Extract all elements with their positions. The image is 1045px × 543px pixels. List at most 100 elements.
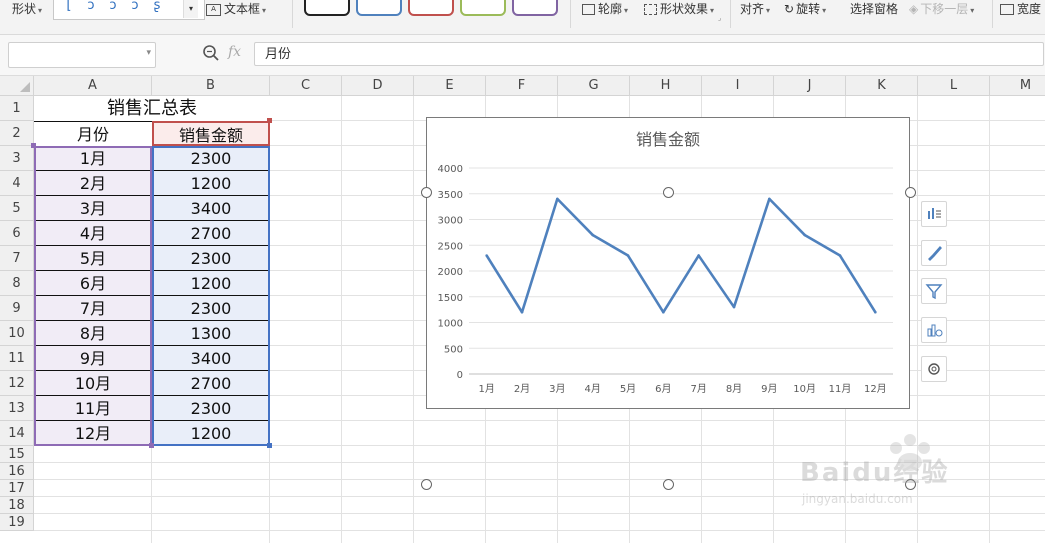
range-resize-handle[interactable] xyxy=(267,118,272,123)
row-header-19[interactable]: 19 xyxy=(0,514,34,531)
row-header-1[interactable]: 1 xyxy=(0,96,34,121)
month-cell[interactable]: 1月 xyxy=(34,146,152,171)
sales-cell[interactable]: 3400 xyxy=(152,346,270,371)
row-header-11[interactable]: 11 xyxy=(0,346,34,371)
column-header-b[interactable]: B xyxy=(152,76,270,96)
select-all-corner[interactable] xyxy=(0,76,34,96)
row-header-2[interactable]: 2 xyxy=(0,121,34,146)
month-cell[interactable]: 11月 xyxy=(34,396,152,421)
row-header-8[interactable]: 8 xyxy=(0,271,34,296)
chart-filter-button[interactable] xyxy=(921,278,947,304)
row-header-18[interactable]: 18 xyxy=(0,497,34,514)
row-header-13[interactable]: 13 xyxy=(0,396,34,421)
row-header-17[interactable]: 17 xyxy=(0,480,34,497)
shape-style-swatch-4[interactable] xyxy=(460,0,506,16)
curved-connector-icon[interactable]: ↄ xyxy=(82,0,100,16)
chart-resize-handle[interactable] xyxy=(421,187,432,198)
column-header-j[interactable]: J xyxy=(774,76,846,96)
outline-menu[interactable]: 轮廓 ▾ xyxy=(582,0,628,17)
chart-settings-button[interactable] xyxy=(921,356,947,382)
sales-cell[interactable]: 1200 xyxy=(152,421,270,446)
month-cell[interactable]: 12月 xyxy=(34,421,152,446)
row-header-16[interactable]: 16 xyxy=(0,463,34,480)
shape-style-swatch-1[interactable] xyxy=(304,0,350,16)
shape-style-swatch-5[interactable] xyxy=(512,0,558,16)
sales-cell[interactable]: 2300 xyxy=(152,146,270,171)
month-cell[interactable]: 5月 xyxy=(34,246,152,271)
fx-icon[interactable]: fx xyxy=(228,44,241,60)
sales-cell[interactable]: 2300 xyxy=(152,246,270,271)
row-header-5[interactable]: 5 xyxy=(0,196,34,221)
zoom-icon[interactable] xyxy=(202,44,220,62)
row-header-10[interactable]: 10 xyxy=(0,321,34,346)
textbox-menu[interactable]: A 文本框 ▾ xyxy=(206,0,266,17)
month-cell[interactable]: 10月 xyxy=(34,371,152,396)
row-header-12[interactable]: 12 xyxy=(0,371,34,396)
shape-style-swatch-3[interactable] xyxy=(408,0,454,16)
sales-cell[interactable]: 3400 xyxy=(152,196,270,221)
month-cell[interactable]: 9月 xyxy=(34,346,152,371)
chart-resize-handle[interactable] xyxy=(421,479,432,490)
month-cell[interactable]: 3月 xyxy=(34,196,152,221)
column-header-h[interactable]: H xyxy=(630,76,702,96)
column-header-l[interactable]: L xyxy=(918,76,990,96)
month-cell[interactable]: 4月 xyxy=(34,221,152,246)
sales-cell[interactable]: 2700 xyxy=(152,371,270,396)
width-field[interactable]: 宽度 xyxy=(1000,0,1041,17)
column-header-m[interactable]: M xyxy=(990,76,1045,96)
elbow-connector-icon[interactable]: ⌊ xyxy=(60,0,78,16)
gallery-scroll-down-icon[interactable]: ▾ xyxy=(183,0,198,18)
row-header-6[interactable]: 6 xyxy=(0,221,34,246)
rotate-menu[interactable]: ↻ 旋转 ▾ xyxy=(784,0,826,17)
column-header-a[interactable]: A xyxy=(34,76,152,96)
sales-cell[interactable]: 2300 xyxy=(152,296,270,321)
freeform-icon[interactable]: ʂ xyxy=(148,0,166,16)
column-header-g[interactable]: G xyxy=(558,76,630,96)
row-header-7[interactable]: 7 xyxy=(0,246,34,271)
column-header-f[interactable]: F xyxy=(486,76,558,96)
month-cell[interactable]: 2月 xyxy=(34,171,152,196)
sales-cell[interactable]: 1200 xyxy=(152,171,270,196)
header-cell-sales[interactable]: 销售金额 xyxy=(152,121,270,146)
month-cell[interactable]: 6月 xyxy=(34,271,152,296)
row-header-14[interactable]: 14 xyxy=(0,421,34,446)
chevron-down-icon[interactable]: ▾ xyxy=(146,48,151,58)
name-box[interactable]: ▾ xyxy=(8,42,156,68)
column-header-k[interactable]: K xyxy=(846,76,918,96)
chart-resize-handle[interactable] xyxy=(663,187,674,198)
month-cell[interactable]: 8月 xyxy=(34,321,152,346)
dialog-launcher-icon[interactable]: ⌟ xyxy=(718,14,721,22)
row-header-9[interactable]: 9 xyxy=(0,296,34,321)
chart-style-button[interactable] xyxy=(921,240,947,266)
header-cell-month[interactable]: 月份 xyxy=(34,121,152,146)
sales-cell[interactable]: 1300 xyxy=(152,321,270,346)
range-resize-handle[interactable] xyxy=(31,143,36,148)
chart-elements-button[interactable] xyxy=(921,201,947,227)
shape-effects-menu[interactable]: 形状效果 ▾ xyxy=(644,0,714,17)
send-backward-menu[interactable]: ◈ 下移一层 ▾ xyxy=(909,0,974,17)
range-resize-handle[interactable] xyxy=(149,443,154,448)
column-header-c[interactable]: C xyxy=(270,76,342,96)
chart-resize-handle[interactable] xyxy=(905,187,916,198)
shape-menu[interactable]: 形状 ▾ xyxy=(12,0,42,17)
sheet-title-cell[interactable]: 销售汇总表 xyxy=(34,96,270,121)
sales-cell[interactable]: 2300 xyxy=(152,396,270,421)
chart-type-button[interactable] xyxy=(921,317,947,343)
curved-arrow-connector-icon[interactable]: ↄ xyxy=(104,0,122,16)
shape-style-swatch-2[interactable] xyxy=(356,0,402,16)
formula-input[interactable]: 月份 xyxy=(254,42,1044,66)
row-header-4[interactable]: 4 xyxy=(0,171,34,196)
chart-resize-handle[interactable] xyxy=(663,479,674,490)
line-chart[interactable]: 销售金额 0 500 1000 1500 2000 2500 3000 3500 4000 1月 2月… xyxy=(426,117,910,409)
month-cell[interactable]: 7月 xyxy=(34,296,152,321)
sales-cell[interactable]: 2700 xyxy=(152,221,270,246)
sales-cell[interactable]: 1200 xyxy=(152,271,270,296)
column-header-d[interactable]: D xyxy=(342,76,414,96)
align-menu[interactable]: 对齐 ▾ xyxy=(740,0,770,17)
column-header-i[interactable]: I xyxy=(702,76,774,96)
row-header-3[interactable]: 3 xyxy=(0,146,34,171)
range-resize-handle[interactable] xyxy=(267,443,272,448)
curve-icon[interactable]: ↄ xyxy=(126,0,144,16)
selection-pane-button[interactable]: 选择窗格 xyxy=(850,0,898,17)
row-header-15[interactable]: 15 xyxy=(0,446,34,463)
